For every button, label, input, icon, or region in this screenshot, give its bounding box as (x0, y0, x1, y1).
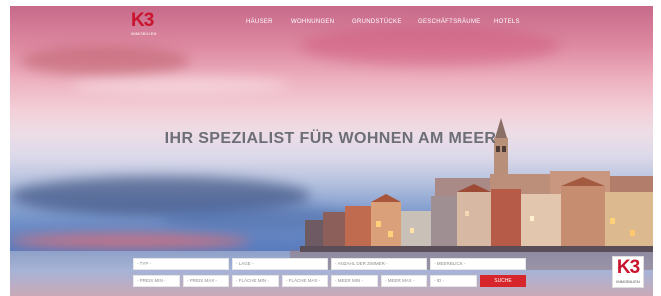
price-min-field[interactable]: - PREIS MIN - (133, 275, 180, 287)
hero-banner (10, 6, 653, 296)
nav-item-hotels[interactable]: HOTELS (494, 19, 520, 25)
property-search-form: - TYP - - LAGE - - ANZAHL DER ZIMMER - -… (133, 258, 526, 289)
area-min-field[interactable]: - FLÄCHE MIN - (232, 275, 279, 287)
id-field[interactable]: - ID - (430, 275, 477, 287)
nav-item-haeuser[interactable]: HÄUSER (246, 19, 273, 25)
badge-logo-mark: K3 (616, 257, 640, 278)
sea-distance-max-field[interactable]: - MEER MAX - (381, 275, 427, 287)
price-max-field[interactable]: - PREIS MAX - (183, 275, 229, 287)
seaview-select[interactable]: - MEERBLICK - (430, 258, 526, 270)
nav-item-wohnungen[interactable]: WOHNUNGEN (291, 19, 334, 25)
old-town-skyline-image (290, 118, 653, 270)
main-nav: HÄUSER WOHNUNGEN GRUNDSTÜCKE GESCHÄFTSRÄ… (0, 19, 661, 29)
location-select[interactable]: - LAGE - (232, 258, 328, 270)
rooms-select[interactable]: - ANZAHL DER ZIMMER - (331, 258, 427, 270)
nav-item-grundstuecke[interactable]: GRUNDSTÜCKE (352, 19, 402, 25)
search-button[interactable]: SUCHE (480, 275, 526, 287)
badge-logo-subtitle: IMMOBILIEN (616, 279, 640, 284)
nav-item-geschaeftsraeume[interactable]: GESCHÄFTSRÄUME (418, 19, 481, 25)
type-select[interactable]: - TYP - (133, 258, 229, 270)
area-max-field[interactable]: - FLÄCHE MAX - (282, 275, 328, 287)
brand-badge[interactable]: K3 IMMOBILIEN (612, 256, 644, 288)
hero-headline: IHR SPEZIALIST FÜR WOHNEN AM MEER (164, 130, 497, 147)
sea-distance-min-field[interactable]: - MEER MIN - (331, 275, 378, 287)
logo-subtitle: IMMOBILIEN (131, 31, 157, 36)
